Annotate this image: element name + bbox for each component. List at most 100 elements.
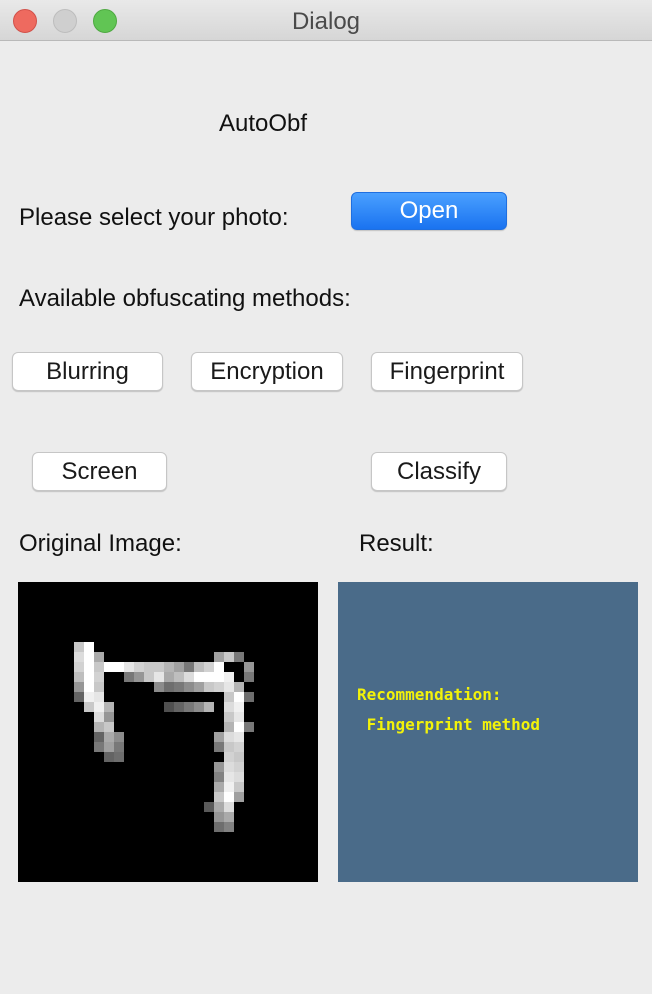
- image-pixel: [154, 662, 164, 672]
- image-pixel: [84, 702, 94, 712]
- image-pixel: [104, 712, 114, 722]
- image-pixel: [84, 692, 94, 702]
- image-pixel: [174, 662, 184, 672]
- fingerprint-button[interactable]: Fingerprint: [371, 352, 523, 391]
- image-pixel: [224, 712, 234, 722]
- image-pixel: [214, 672, 224, 682]
- image-pixel: [214, 812, 224, 822]
- image-pixel: [84, 642, 94, 652]
- image-pixel: [114, 662, 124, 672]
- image-pixel: [184, 672, 194, 682]
- image-pixel: [164, 672, 174, 682]
- image-pixel: [204, 802, 214, 812]
- image-pixel: [234, 732, 244, 742]
- image-pixel: [224, 652, 234, 662]
- image-pixel: [84, 662, 94, 672]
- image-pixel: [224, 822, 234, 832]
- image-pixel: [194, 662, 204, 672]
- image-pixel: [154, 682, 164, 692]
- methods-label: Available obfuscating methods:: [19, 285, 351, 312]
- image-pixel: [214, 822, 224, 832]
- screen-button[interactable]: Screen: [32, 452, 167, 491]
- image-pixel: [194, 682, 204, 692]
- image-pixel: [94, 672, 104, 682]
- image-pixel: [84, 682, 94, 692]
- image-pixel: [234, 762, 244, 772]
- image-pixel: [224, 732, 234, 742]
- image-pixel: [224, 702, 234, 712]
- app-title: AutoObf: [219, 110, 308, 137]
- image-pixel: [214, 792, 224, 802]
- image-pixel: [234, 722, 244, 732]
- image-pixel: [164, 682, 174, 692]
- result-panel: Recommendation: Fingerprint method: [338, 582, 638, 882]
- result-label: Result:: [359, 530, 434, 557]
- image-pixel: [224, 802, 234, 812]
- image-pixel: [84, 652, 94, 662]
- image-pixel: [74, 672, 84, 682]
- encryption-button[interactable]: Encryption: [191, 352, 343, 391]
- image-pixel: [214, 802, 224, 812]
- title-bar: Dialog: [0, 0, 652, 41]
- image-pixel: [194, 702, 204, 712]
- image-pixel: [214, 742, 224, 752]
- image-pixel: [244, 692, 254, 702]
- image-pixel: [224, 752, 234, 762]
- image-pixel: [224, 692, 234, 702]
- classify-button[interactable]: Classify: [371, 452, 507, 491]
- image-pixel: [84, 672, 94, 682]
- image-pixel: [164, 702, 174, 712]
- image-pixel: [214, 682, 224, 692]
- image-pixel: [224, 722, 234, 732]
- image-pixel: [114, 742, 124, 752]
- image-pixel: [234, 792, 244, 802]
- image-pixel: [94, 652, 104, 662]
- image-pixel: [184, 702, 194, 712]
- original-image: [18, 582, 318, 882]
- image-pixel: [234, 682, 244, 692]
- image-pixel: [174, 672, 184, 682]
- recommendation-method: Fingerprint method: [357, 715, 541, 734]
- open-button[interactable]: Open: [351, 192, 507, 230]
- select-photo-label: Please select your photo:: [19, 204, 289, 231]
- image-pixel: [234, 782, 244, 792]
- image-pixel: [154, 672, 164, 682]
- image-pixel: [234, 692, 244, 702]
- image-pixel: [184, 682, 194, 692]
- image-pixel: [214, 732, 224, 742]
- image-pixel: [224, 762, 234, 772]
- image-pixel: [234, 652, 244, 662]
- image-pixel: [114, 752, 124, 762]
- image-pixel: [94, 692, 104, 702]
- image-pixel: [74, 692, 84, 702]
- image-pixel: [224, 772, 234, 782]
- image-pixel: [94, 732, 104, 742]
- image-pixel: [214, 782, 224, 792]
- image-pixel: [94, 662, 104, 672]
- image-pixel: [104, 702, 114, 712]
- image-pixel: [224, 682, 234, 692]
- window-title: Dialog: [291, 8, 361, 35]
- image-pixel: [204, 662, 214, 672]
- image-pixel: [224, 792, 234, 802]
- original-image-label: Original Image:: [19, 530, 182, 557]
- image-pixel: [74, 682, 84, 692]
- image-pixel: [94, 722, 104, 732]
- image-pixel: [214, 762, 224, 772]
- image-pixel: [194, 672, 204, 682]
- image-pixel: [124, 672, 134, 682]
- image-pixel: [214, 652, 224, 662]
- blurring-button[interactable]: Blurring: [12, 352, 163, 391]
- image-pixel: [214, 662, 224, 672]
- image-pixel: [224, 742, 234, 752]
- image-pixel: [174, 702, 184, 712]
- image-pixel: [224, 782, 234, 792]
- image-pixel: [114, 732, 124, 742]
- image-pixel: [204, 682, 214, 692]
- image-pixel: [134, 672, 144, 682]
- image-pixel: [104, 722, 114, 732]
- image-pixel: [244, 662, 254, 672]
- image-pixel: [184, 662, 194, 672]
- image-pixel: [94, 702, 104, 712]
- image-pixel: [204, 702, 214, 712]
